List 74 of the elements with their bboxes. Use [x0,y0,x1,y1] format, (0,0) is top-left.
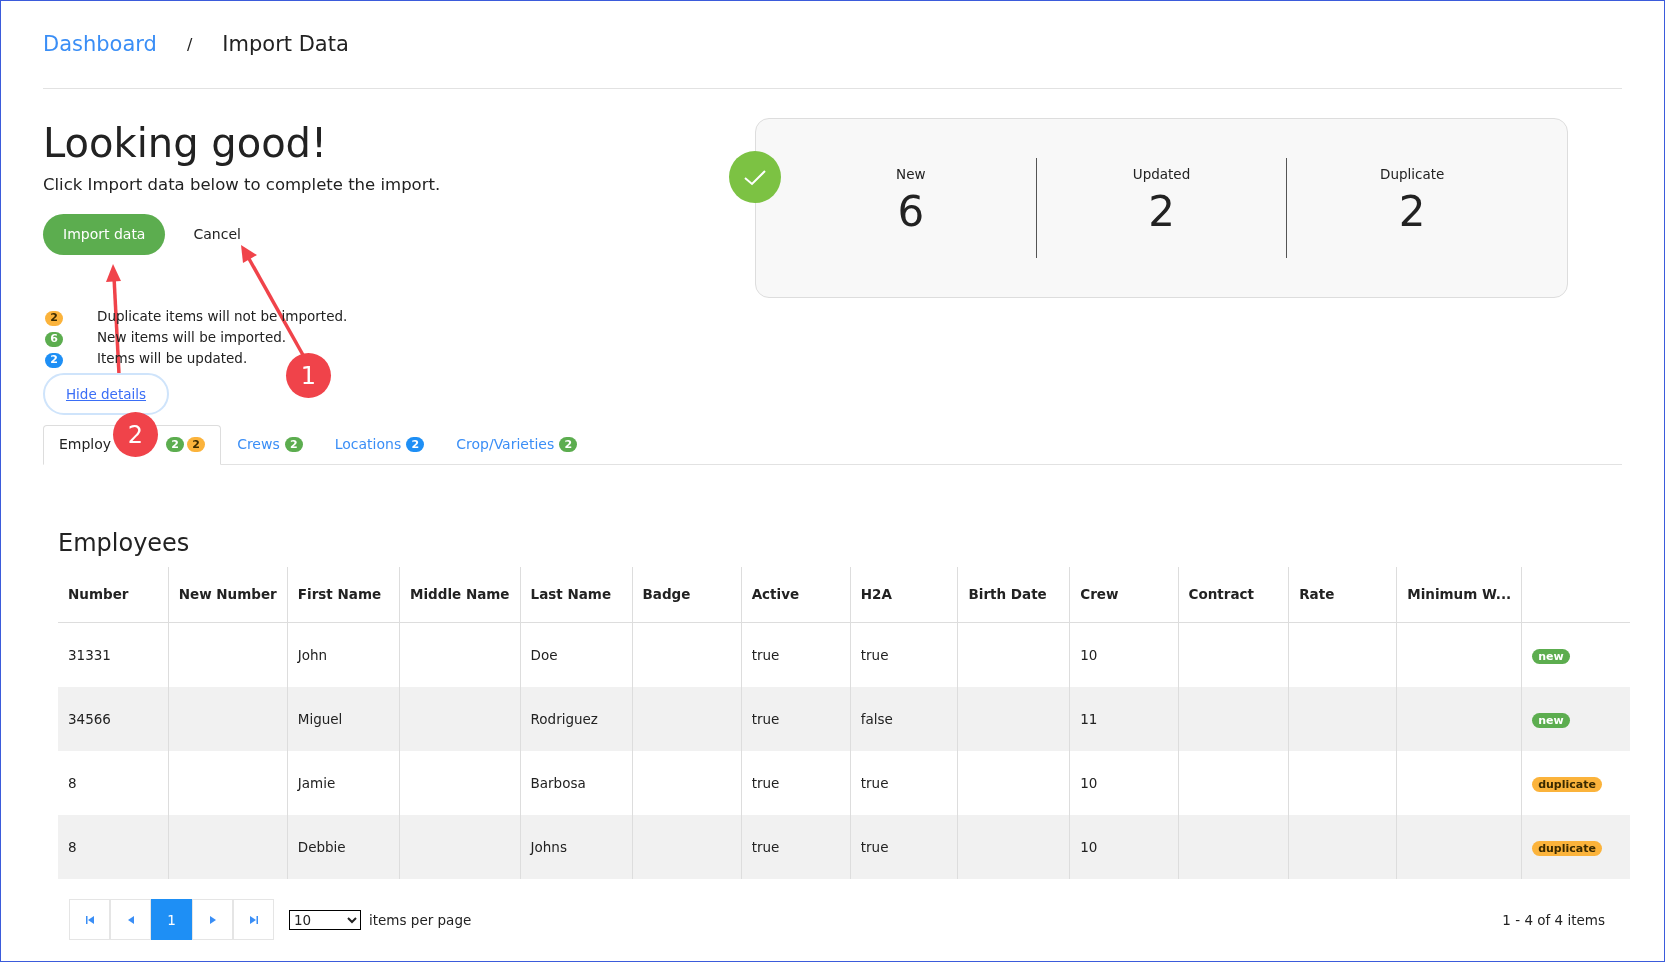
table-cell: 31331 [68,646,111,663]
count-badge: 2 [166,437,185,453]
summary-label: Duplicate [1380,165,1445,184]
column-header[interactable]: New Number [168,566,288,623]
page-heading: Looking good! [43,119,329,168]
column-header[interactable]: Active [741,566,851,623]
table-cell: Jamie [297,774,336,791]
table-cell: 11 [1080,710,1098,727]
breadcrumb-separator: / [186,33,193,56]
first-page-icon [85,915,94,924]
table-cell: Miguel [297,710,343,727]
table-cell: 10 [1080,774,1098,791]
previous-page-icon [127,915,134,924]
column-header[interactable]: Rate [1288,566,1397,623]
table-cell: Debbie [297,838,346,855]
status-tag: new [1532,648,1570,664]
next-page-icon [209,915,216,924]
summary-value: 2 [1148,186,1175,239]
column-header[interactable]: H2A [850,566,958,623]
hide-details-button[interactable]: Hide details [43,372,169,415]
table-cell: 34566 [68,710,111,727]
summary-label: New [896,165,926,184]
column-header[interactable]: Minimum W... [1396,566,1522,623]
table-cell: Doe [530,646,558,663]
table-cell: 10 [1080,646,1098,663]
count-badge: 2 [284,437,303,453]
table-cell: true [860,774,889,791]
column-header[interactable]: First Name [287,566,400,623]
table-cell: true [751,838,780,855]
table-cell: 8 [68,838,77,855]
table-cell: true [860,646,889,663]
table-cell: 10 [1080,838,1098,855]
status-tag: new [1532,712,1570,728]
next-page-button[interactable] [192,899,233,941]
page-subtitle: Click Import data below to complete the import. [43,174,442,196]
last-page-icon [249,915,258,924]
table-cell: true [860,838,889,855]
status-tag: duplicate [1532,840,1602,856]
summary-label: Updated [1132,165,1191,184]
table-cell: false [860,710,893,727]
column-header[interactable]: Last Name [520,566,632,623]
table-cell: true [751,774,780,791]
column-header[interactable]: Number [58,566,169,623]
count-badge: 2 [406,437,425,453]
summary-value: 6 [897,186,925,239]
table-cell: Johns [530,838,567,855]
column-header[interactable]: Contract [1178,566,1289,623]
count-badge: 2 [45,352,63,368]
count-badge: 2 [45,310,63,326]
table-cell: true [751,710,780,727]
first-page-button[interactable] [69,899,110,941]
table-cell: Rodriguez [530,710,598,727]
annotation-marker: 1 [286,353,331,398]
cancel-button[interactable]: Cancel [193,223,241,245]
table-title: Employees [58,527,191,559]
count-badge: 2 [187,437,206,453]
table-cell: true [751,646,780,663]
page-size-select[interactable]: 10 [289,909,361,930]
table-cell: 8 [68,774,77,791]
status-tag: duplicate [1532,776,1602,792]
page-range: 1 - 4 of 4 items [1502,910,1605,930]
last-page-button[interactable] [233,899,274,941]
column-header[interactable]: Middle Name [399,566,521,623]
page-size-label: items per page [369,910,472,930]
count-badge: 6 [45,331,63,347]
table-cell: Barbosa [530,774,586,791]
column-header[interactable]: Birth Date [958,566,1070,623]
summary-value: 2 [1398,186,1426,239]
count-badge: 2 [559,437,578,453]
previous-page-button[interactable] [110,899,151,941]
table-cell: John [297,646,328,663]
breadcrumb-current: Import Data [222,30,349,58]
column-header[interactable]: Badge [632,566,742,623]
column-header[interactable]: Crew [1069,566,1179,623]
